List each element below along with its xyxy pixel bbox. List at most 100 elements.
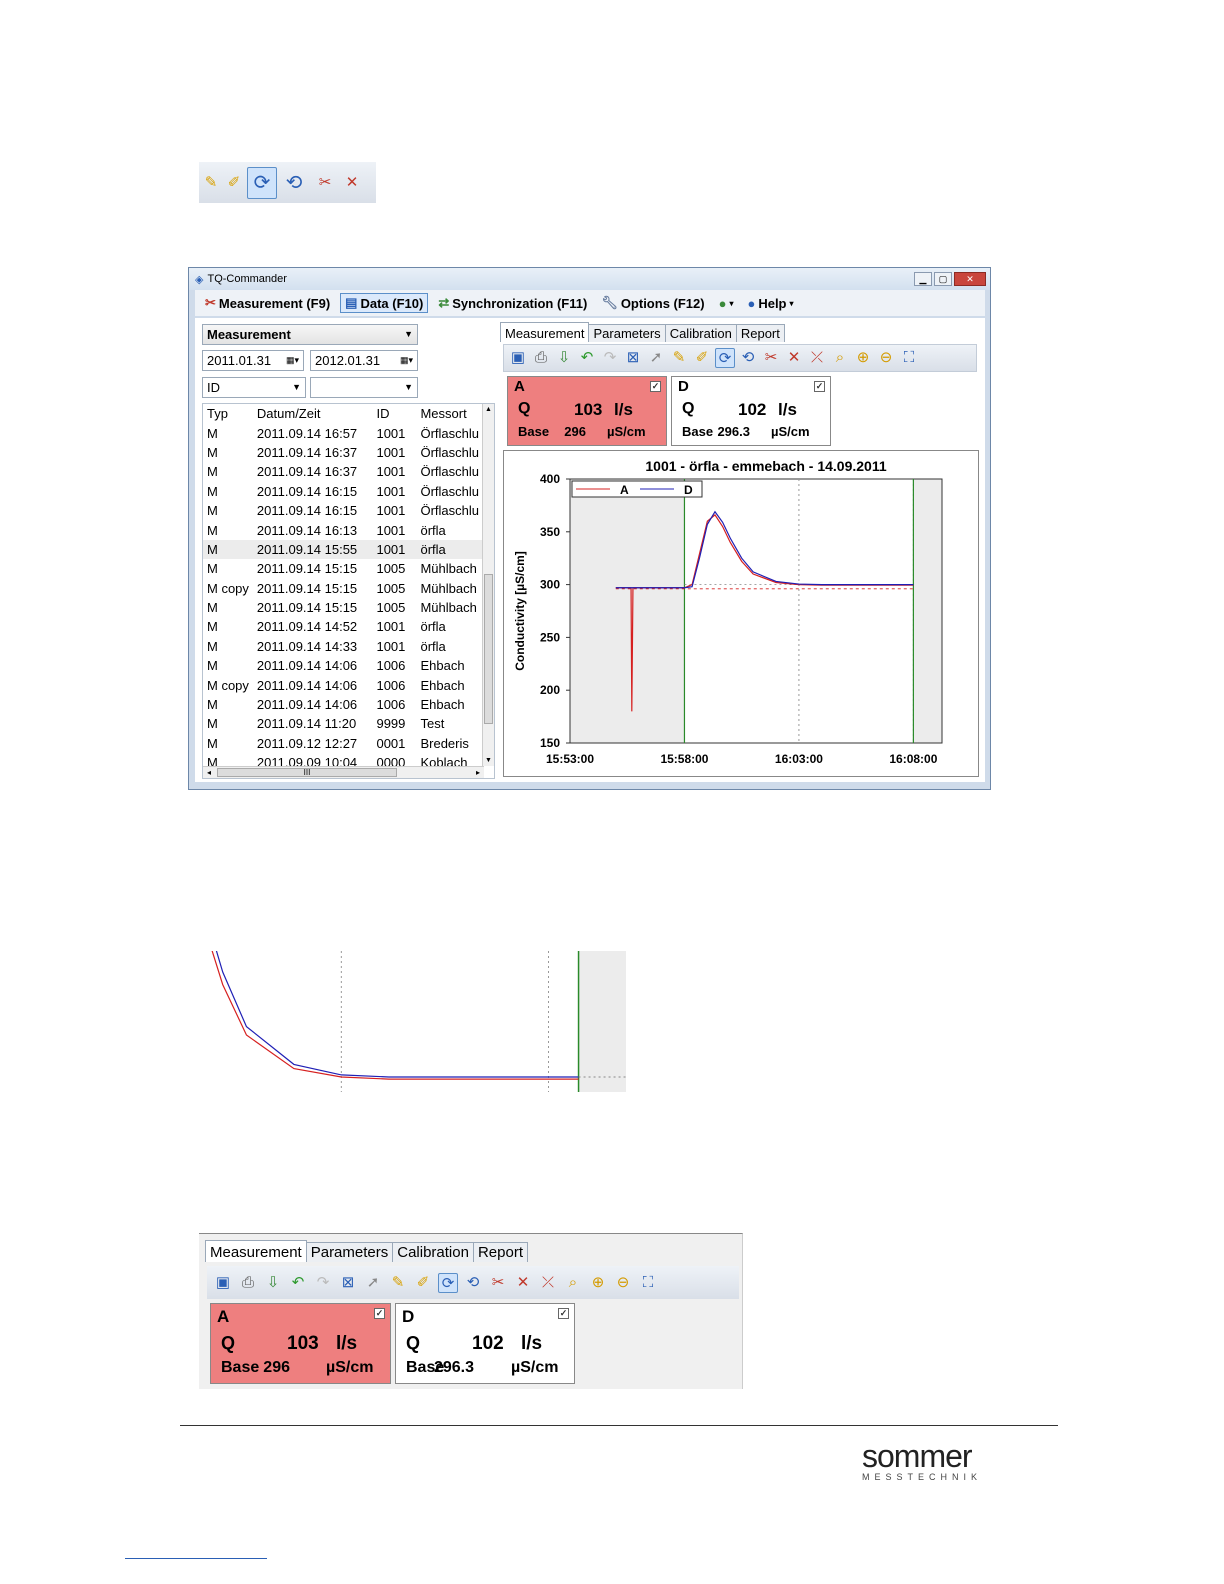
delete-marker-icon[interactable]: ✕ [784,348,804,368]
scroll-thumb[interactable] [484,574,493,724]
cursor-icon[interactable]: ➚ [363,1273,383,1293]
col-typ[interactable]: Typ [203,404,253,423]
menu-measurement[interactable]: ✂ Measurement (F9) [201,294,334,312]
close-button[interactable]: ✕ [954,272,986,286]
maximize-button[interactable]: ▢ [934,272,952,286]
sync-end-icon[interactable]: ⟲ [463,1273,483,1293]
pen-icon[interactable]: ✎ [669,348,689,368]
undo-icon[interactable]: ↶ [288,1273,308,1293]
cursor-icon[interactable]: ➚ [646,348,666,368]
table-row[interactable]: M 2011.09.12 12:27 0001 Brederis [203,734,483,753]
tab-measurement[interactable]: Measurement [500,322,590,342]
export-icon[interactable]: ⇩ [263,1273,283,1293]
table-row[interactable]: M 2011.09.14 15:55 1001 örfla [203,539,483,560]
tab-report[interactable]: Report [735,324,785,342]
undo-icon[interactable]: ↶ [577,348,597,368]
channel-card-d[interactable]: D ✓ Q 102 l/s Base 296.3 µS/cm [671,376,831,446]
table-row[interactable]: M 2011.09.14 16:37 1001 Örflaschlu [203,443,483,462]
table-row[interactable]: M 2011.09.14 16:13 1001 örfla [203,520,483,539]
table-row[interactable]: M 2011.09.14 14:06 1006 Ehbach [203,656,483,675]
menu-language[interactable]: ● ▾ [715,295,738,312]
vertical-scrollbar[interactable]: ▲ ▼ [482,404,494,766]
delete-marker-icon[interactable]: ✕ [342,173,362,193]
sync-end-icon[interactable]: ⟲ [738,348,758,368]
remove-outlier-icon[interactable]: ✂ [761,348,781,368]
delete-range-icon[interactable]: ⤫ [538,1273,558,1293]
table-row[interactable]: M copy 2011.09.14 14:06 1006 Ehbach [203,675,483,694]
table-row[interactable]: M 2011.09.14 16:37 1001 Örflaschlu [203,462,483,481]
zoom-out-icon[interactable]: ⊖ [876,348,896,368]
large-channel-card-a[interactable]: A ✓ Q 103 l/s Base 296 µS/cm [210,1303,391,1384]
pen-icon[interactable]: ✎ [388,1273,408,1293]
field-select[interactable]: ID ▼ [202,377,306,398]
table-row[interactable]: M 2011.09.14 15:15 1005 Mühlbach [203,559,483,578]
print-icon[interactable]: ⎙ [238,1273,258,1293]
menu-options[interactable]: 🔧︎ Options (F12) [597,294,708,312]
sync-icon[interactable]: ⟳ [715,348,735,368]
menu-synchronization[interactable]: ⇄ Synchronization (F11) [434,294,591,312]
save-icon[interactable]: ▣ [213,1273,233,1293]
chart-settings-icon[interactable]: ⊠ [623,348,643,368]
tab-parameters[interactable]: Parameters [588,324,666,342]
table-row[interactable]: M 2011.09.14 16:15 1001 Örflaschlu [203,501,483,520]
table-row[interactable]: M 2011.09.14 14:33 1001 örfla [203,637,483,656]
pen-icon[interactable]: ✎ [201,173,221,193]
large-channel-card-d[interactable]: D ✓ Q 102 l/s Base 296.3 µS/cm [395,1303,575,1384]
col-datum[interactable]: Datum/Zeit [253,404,373,423]
zoom-fit-icon[interactable]: ⛶ [638,1273,658,1293]
sync-icon[interactable]: ⟳ [247,166,277,199]
minimize-button[interactable]: ▁ [914,272,932,286]
sync-end-icon[interactable]: ⟲ [280,173,308,193]
table-row[interactable]: M 2011.09.14 14:06 1006 Ehbach [203,695,483,714]
save-icon[interactable]: ▣ [508,348,528,368]
table-row[interactable]: M 2011.09.14 14:52 1001 örfla [203,617,483,636]
print-icon[interactable]: ⎙ [531,348,551,368]
date-to-picker[interactable]: 2012.01.31 ▦▾ [310,350,418,371]
menu-data[interactable]: ▤ Data (F10) [340,293,429,313]
zoom-in-icon[interactable]: ⊕ [853,348,873,368]
table-row[interactable]: M 2011.09.14 16:57 1001 Örflaschlu [203,423,483,442]
field-value-select[interactable]: ▼ [310,377,418,398]
card-checkbox[interactable]: ✓ [558,1308,569,1319]
chart-settings-icon[interactable]: ⊠ [338,1273,358,1293]
zoom-out-icon[interactable]: ⊖ [613,1273,633,1293]
large-tab-parameters[interactable]: Parameters [305,1242,394,1262]
horizontal-scrollbar[interactable]: ◂ III ▸ [203,766,484,778]
conductivity-chart[interactable]: 15:53:00 15:58:00 16:03:00 16:08:00 150 200 25… [503,450,979,777]
card-checkbox[interactable]: ✓ [650,381,661,392]
date-from-picker[interactable]: 2011.01.31 ▦▾ [202,350,304,371]
zoom-icon[interactable]: ⌕ [563,1273,583,1293]
table-row[interactable]: M copy 2011.09.14 15:15 1005 Mühlbach [203,579,483,598]
large-tab-report[interactable]: Report [472,1242,528,1262]
marker-icon[interactable]: ✐ [692,348,712,368]
hscroll-thumb[interactable]: III [217,768,397,777]
table-row[interactable]: M 2011.09.14 15:15 1005 Mühlbach [203,598,483,617]
delete-range-icon[interactable]: ⤫ [807,348,827,368]
card-checkbox[interactable]: ✓ [814,381,825,392]
zoom-icon[interactable]: ⌕ [830,348,850,368]
redo-icon[interactable]: ↷ [600,348,620,368]
card-checkbox[interactable]: ✓ [374,1308,385,1319]
zoom-fit-icon[interactable]: ⛶ [899,348,919,368]
channel-card-a[interactable]: A ✓ Q 103 l/s Base 296 µS/cm [507,376,667,446]
remove-outlier-icon[interactable]: ✂ [488,1273,508,1293]
col-messort[interactable]: Messort [416,404,483,423]
table-cell: 1005 [376,561,406,577]
marker-icon[interactable]: ✐ [224,173,244,193]
large-tab-measurement[interactable]: Measurement [205,1240,307,1262]
zoom-in-icon[interactable]: ⊕ [588,1273,608,1293]
menu-data-label: Data (F10) [360,295,424,311]
col-id[interactable]: ID [372,404,416,423]
table-row[interactable]: M 2011.09.14 11:20 9999 Test [203,714,483,733]
export-icon[interactable]: ⇩ [554,348,574,368]
remove-outlier-icon[interactable]: ✂ [311,173,339,193]
type-select[interactable]: Measurement ▼ [202,324,418,345]
tab-calibration[interactable]: Calibration [664,324,737,342]
large-tab-calibration[interactable]: Calibration [392,1242,474,1262]
delete-marker-icon[interactable]: ✕ [513,1273,533,1293]
sync-icon[interactable]: ⟳ [438,1272,458,1293]
menu-help[interactable]: ● Help ▾ [743,295,797,312]
redo-icon[interactable]: ↷ [313,1273,333,1293]
table-row[interactable]: M 2011.09.14 16:15 1001 Örflaschlu [203,482,483,501]
marker-icon[interactable]: ✐ [413,1273,433,1293]
